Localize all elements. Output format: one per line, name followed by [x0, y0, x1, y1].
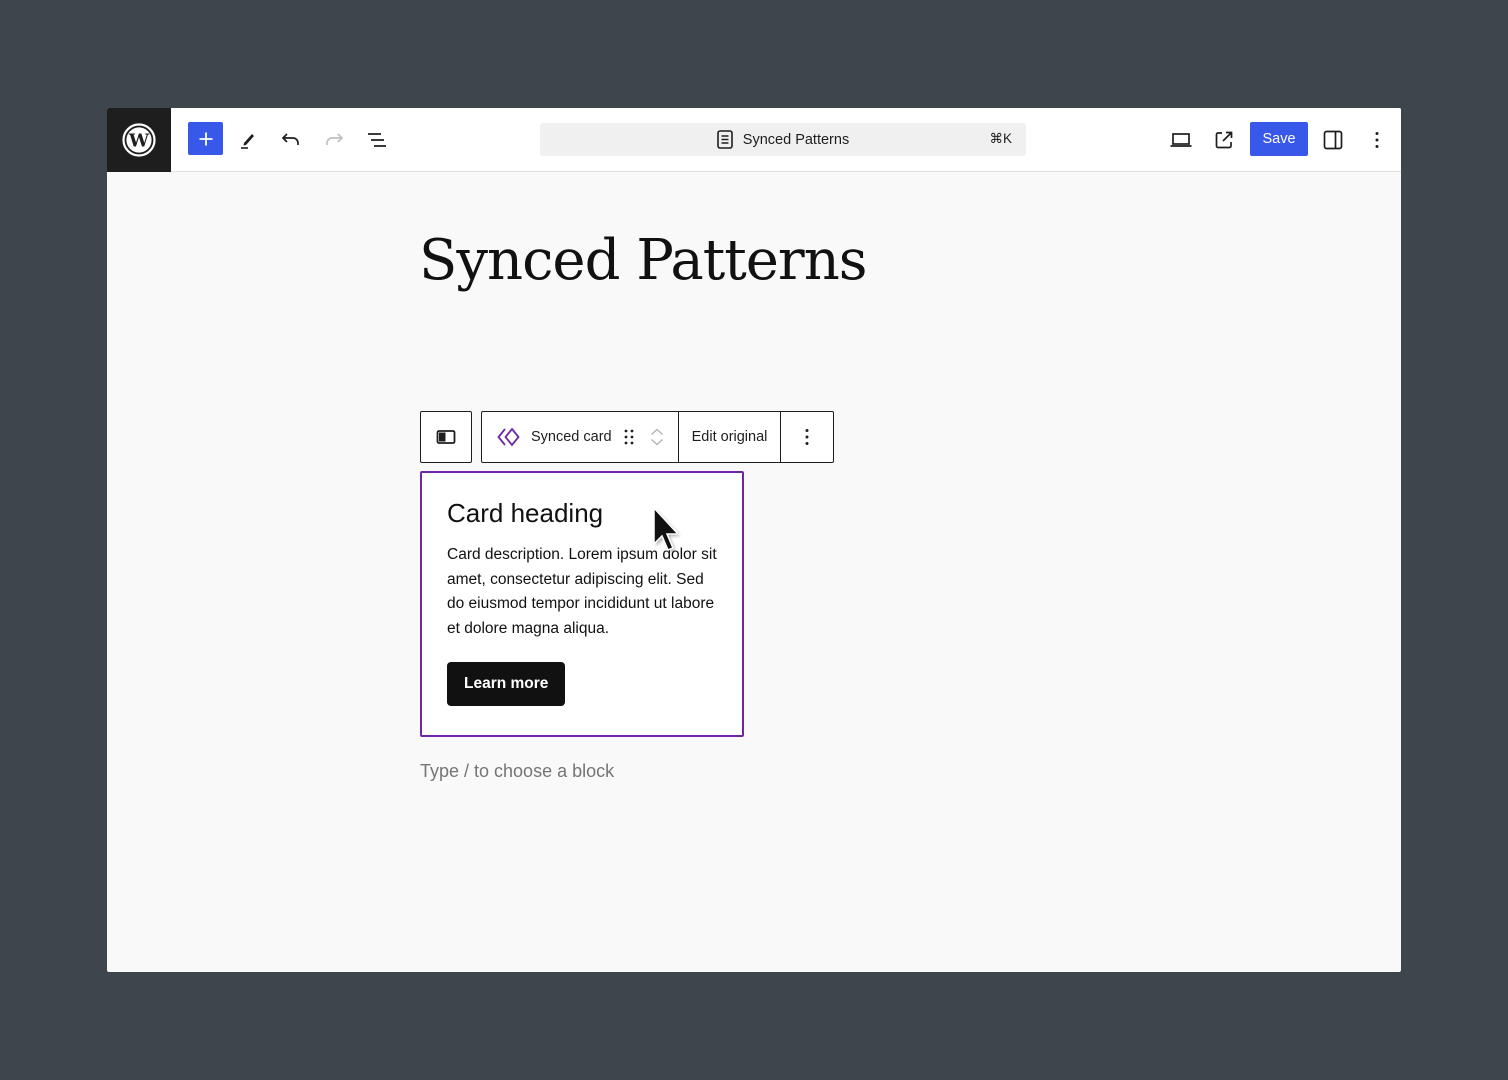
- plus-icon: [199, 132, 212, 145]
- more-vertical-icon: [1375, 132, 1379, 148]
- add-block-button[interactable]: [188, 122, 223, 155]
- chevron-up-icon: [650, 428, 663, 435]
- settings-button[interactable]: [1315, 122, 1351, 158]
- card-heading: Card heading: [447, 498, 604, 528]
- block-toolbar-main: Synced card Edit original: [481, 411, 835, 463]
- move-down-button[interactable]: [650, 438, 664, 446]
- edit-original-button[interactable]: Edit original: [679, 412, 782, 462]
- undo-button[interactable]: [273, 122, 309, 158]
- more-vertical-icon: [805, 429, 809, 445]
- select-parent-button[interactable]: [420, 411, 472, 463]
- command-palette-button[interactable]: Synced Patterns ⌘K: [540, 123, 1026, 156]
- post-title[interactable]: Synced Patterns: [419, 233, 867, 289]
- drag-handle[interactable]: [624, 429, 634, 445]
- list-view-button[interactable]: [359, 122, 395, 158]
- block-label: Synced card: [531, 429, 612, 445]
- editor-canvas[interactable]: Synced Patterns Synced card Edit origina…: [107, 173, 1401, 972]
- save-button[interactable]: Save: [1250, 122, 1308, 156]
- block-movers: [650, 428, 664, 446]
- document-title: Synced Patterns: [742, 131, 850, 148]
- options-button[interactable]: [1359, 122, 1395, 158]
- pen-icon: [241, 134, 254, 149]
- chevron-down-icon: [650, 439, 663, 446]
- view-button[interactable]: [1163, 122, 1199, 158]
- sidebar-icon: [1323, 130, 1343, 150]
- wordpress-logo[interactable]: W: [107, 108, 171, 172]
- parent-block-icon: [436, 430, 456, 444]
- synced-pattern-icon: [497, 427, 520, 447]
- view-post-button[interactable]: [1206, 122, 1242, 158]
- move-up-button[interactable]: [650, 428, 664, 436]
- editor-topbar: W Synced Patterns ⌘K Save: [107, 108, 1401, 172]
- block-switcher[interactable]: Synced card: [482, 412, 679, 462]
- redo-button[interactable]: [316, 122, 352, 158]
- desktop-icon: [1170, 133, 1192, 147]
- block-appender-placeholder[interactable]: Type / to choose a block: [420, 761, 614, 782]
- drag-handle-icon: [624, 429, 634, 445]
- wordpress-icon: W: [122, 123, 156, 157]
- tools-button[interactable]: [230, 122, 266, 158]
- list-view-icon: [368, 133, 386, 147]
- synced-card-block[interactable]: Card heading Card description. Lorem ips…: [420, 471, 744, 737]
- editor-window: W Synced Patterns ⌘K Save Synced Pattern…: [107, 108, 1401, 972]
- block-options-button[interactable]: [781, 412, 833, 462]
- command-shortcut: ⌘K: [989, 131, 1012, 146]
- undo-icon: [281, 133, 299, 145]
- redo-icon: [326, 133, 344, 145]
- document-icon: [716, 130, 733, 149]
- card-description: Card description. Lorem ipsum dolor sit …: [447, 546, 717, 637]
- svg-text:W: W: [128, 131, 150, 152]
- learn-more-button[interactable]: Learn more: [447, 662, 566, 706]
- block-toolbar: Synced card Edit original: [420, 411, 835, 463]
- external-link-icon: [1215, 131, 1233, 149]
